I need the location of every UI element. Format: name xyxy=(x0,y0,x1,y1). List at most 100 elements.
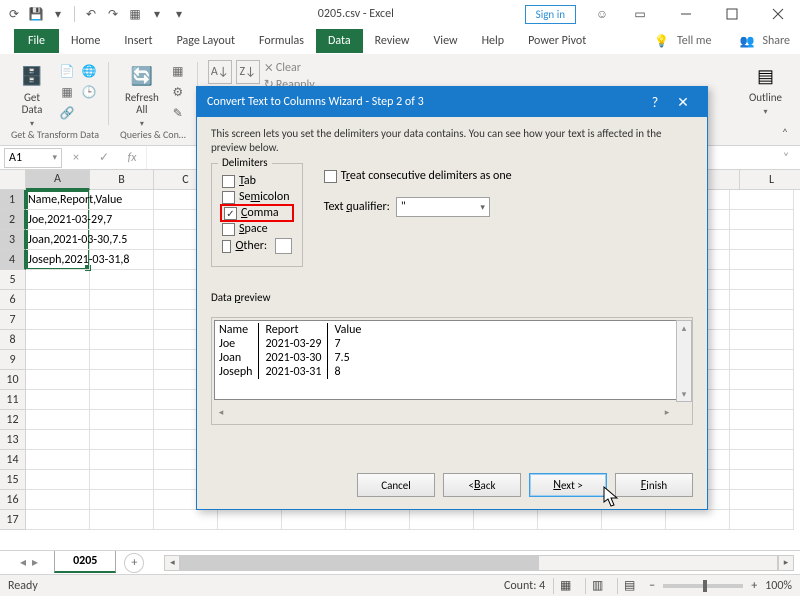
row-header[interactable]: 1 xyxy=(0,190,26,210)
qat-icon[interactable]: ▦ xyxy=(127,6,143,22)
finish-button[interactable]: Finish xyxy=(615,473,693,497)
tab-home[interactable]: Home xyxy=(59,29,112,53)
cell[interactable]: Joseph,2021-03-31,8 xyxy=(26,250,90,270)
cell[interactable]: Name,Report,Value xyxy=(26,190,90,210)
properties-icon[interactable]: ⚙ xyxy=(169,83,187,101)
cell[interactable] xyxy=(730,250,794,270)
get-data-button[interactable]: 🗄️ Get Data ▾ xyxy=(12,60,52,132)
from-table-icon[interactable]: ▦ xyxy=(58,83,76,101)
hscroll-right-icon[interactable]: ▸ xyxy=(778,555,794,571)
tab-checkbox[interactable] xyxy=(222,175,235,188)
row-header[interactable]: 13 xyxy=(0,430,26,450)
row-header[interactable]: 7 xyxy=(0,310,26,330)
outline-button[interactable]: ▤ Outline ▾ xyxy=(743,60,788,120)
zoom-in-icon[interactable]: + xyxy=(751,579,757,593)
cell[interactable] xyxy=(730,190,794,210)
recent-sources-icon[interactable]: 🕒 xyxy=(80,83,98,101)
cell[interactable] xyxy=(730,290,794,310)
view-pagelayout-icon[interactable]: ▥ xyxy=(585,578,609,594)
cell[interactable] xyxy=(26,410,90,430)
tellme-label[interactable]: Tell me xyxy=(677,34,712,48)
row-header[interactable]: 15 xyxy=(0,470,26,490)
text-qualifier-select[interactable]: "▾ xyxy=(396,197,490,217)
cell[interactable] xyxy=(730,390,794,410)
semicolon-checkbox[interactable] xyxy=(222,191,235,204)
pv-scroll-right-icon[interactable]: ▸ xyxy=(660,405,674,419)
cell[interactable] xyxy=(26,270,90,290)
tellme-icon[interactable]: 💡 xyxy=(654,34,669,49)
ribbon-options-icon[interactable]: ▭ xyxy=(618,0,662,28)
cell[interactable] xyxy=(730,370,794,390)
feedback-icon[interactable]: ☺ xyxy=(588,0,616,28)
cell[interactable] xyxy=(730,350,794,370)
enter-formula-icon[interactable]: ✓ xyxy=(94,150,114,165)
cell[interactable] xyxy=(730,270,794,290)
tab-view[interactable]: View xyxy=(422,29,470,53)
cell[interactable] xyxy=(90,350,154,370)
col-header-b[interactable]: B xyxy=(90,170,154,190)
existing-conn-icon[interactable]: 🔗 xyxy=(58,104,76,122)
fx-icon[interactable]: fx xyxy=(122,151,142,165)
close-icon[interactable] xyxy=(756,0,800,28)
qat-customize-icon[interactable]: ▾ xyxy=(171,6,187,22)
preview-vscroll[interactable]: ▴ ▾ xyxy=(676,320,692,402)
cell[interactable] xyxy=(730,510,794,530)
cell[interactable] xyxy=(282,510,346,530)
expand-formula-icon[interactable]: ˅ xyxy=(776,151,796,165)
row-header[interactable]: 17 xyxy=(0,510,26,530)
row-header[interactable]: 9 xyxy=(0,350,26,370)
cell[interactable] xyxy=(730,490,794,510)
hscroll-thumb[interactable] xyxy=(181,556,538,570)
cell[interactable] xyxy=(730,310,794,330)
cell[interactable] xyxy=(26,510,90,530)
cell[interactable] xyxy=(730,330,794,350)
cell[interactable] xyxy=(90,410,154,430)
comma-checkbox[interactable] xyxy=(224,207,237,220)
row-header[interactable]: 6 xyxy=(0,290,26,310)
cell[interactable] xyxy=(26,330,90,350)
minimize-icon[interactable] xyxy=(664,0,708,28)
from-text-icon[interactable]: 📄 xyxy=(58,62,76,80)
cancel-button[interactable]: Cancel xyxy=(357,473,435,497)
cell[interactable] xyxy=(730,470,794,490)
sort-desc-icon[interactable]: Z↓ xyxy=(236,60,260,84)
from-web-icon[interactable]: 🌐 xyxy=(80,62,98,80)
cell[interactable] xyxy=(218,510,282,530)
cell[interactable] xyxy=(26,370,90,390)
sort-asc-icon[interactable]: A↓ xyxy=(208,60,232,84)
cell[interactable] xyxy=(90,450,154,470)
cell[interactable] xyxy=(410,510,474,530)
sign-in-button[interactable]: Sign in xyxy=(525,5,576,24)
cell[interactable] xyxy=(26,310,90,330)
row-header[interactable]: 2 xyxy=(0,210,26,230)
cell[interactable] xyxy=(346,510,410,530)
name-box[interactable]: A1▾ xyxy=(4,148,62,168)
refresh-all-button[interactable]: 🔄 Refresh All ▾ xyxy=(119,60,165,132)
cell[interactable] xyxy=(90,290,154,310)
zoom-slider[interactable] xyxy=(663,584,743,588)
share-icon[interactable]: 👥 xyxy=(739,34,754,49)
cell[interactable] xyxy=(602,510,666,530)
save-icon[interactable]: 💾 xyxy=(28,6,44,22)
sheet-tab-active[interactable]: 0205 xyxy=(54,551,116,573)
tab-formulas[interactable]: Formulas xyxy=(247,29,316,53)
cell[interactable] xyxy=(26,470,90,490)
dialog-help-icon[interactable]: ? xyxy=(641,94,669,111)
cell[interactable] xyxy=(154,510,218,530)
hscroll-track[interactable] xyxy=(180,555,778,571)
cell[interactable] xyxy=(90,470,154,490)
cell[interactable] xyxy=(26,430,90,450)
cell[interactable] xyxy=(474,510,538,530)
space-checkbox[interactable] xyxy=(222,223,235,236)
cell[interactable] xyxy=(90,310,154,330)
cell[interactable] xyxy=(26,350,90,370)
cell[interactable] xyxy=(730,210,794,230)
sheet-nav-next-icon[interactable]: ▸ xyxy=(32,555,38,570)
dialog-titlebar[interactable]: Convert Text to Columns Wizard - Step 2 … xyxy=(197,87,707,117)
cell[interactable] xyxy=(26,490,90,510)
tab-powerpivot[interactable]: Power Pivot xyxy=(516,29,598,53)
undo-icon[interactable]: ↶ xyxy=(83,6,99,22)
cell[interactable] xyxy=(26,290,90,310)
col-header-a[interactable]: A xyxy=(26,170,90,190)
row-header[interactable]: 16 xyxy=(0,490,26,510)
